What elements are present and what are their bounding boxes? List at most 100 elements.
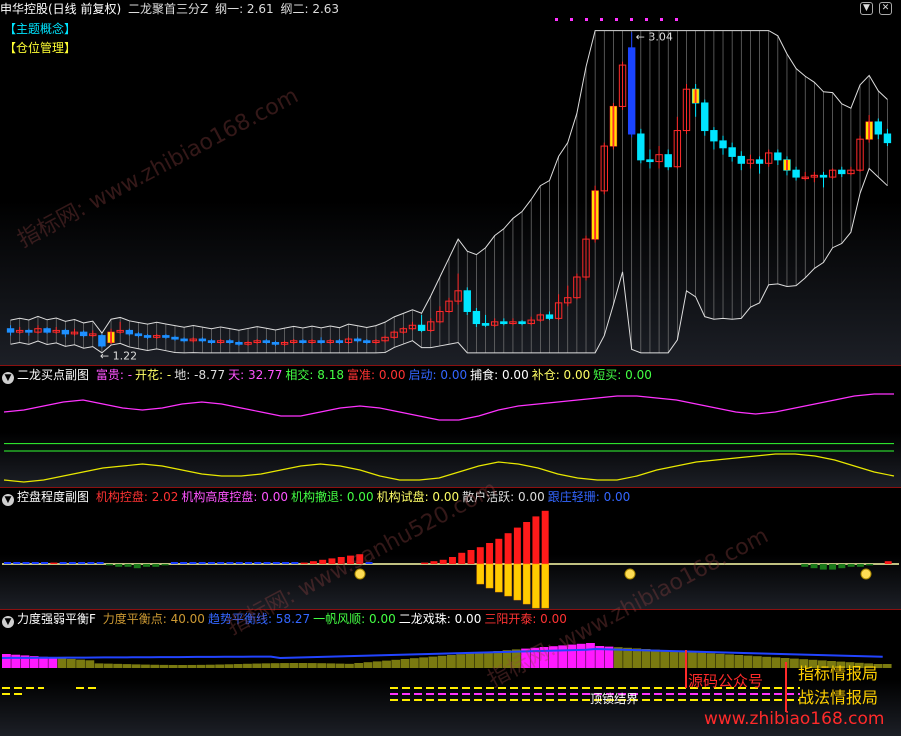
candle-body (235, 341, 243, 345)
p2-item-1: 机构高度控盘: 0.00 (181, 490, 288, 504)
strength-bar (224, 664, 234, 668)
indicator-name[interactable]: 二龙聚首三分Z (128, 2, 208, 16)
candle-body (207, 340, 216, 343)
strength-bar (261, 663, 271, 668)
retreat-bar (105, 564, 113, 566)
chevron-down-icon[interactable]: ▼ (2, 494, 14, 506)
strength-bar (669, 650, 679, 668)
neutral-bar (78, 562, 86, 564)
candle-body (134, 333, 143, 337)
p3-item-0: 力度平衡点: 40.00 (102, 612, 205, 626)
high-price-label: ← 3.04 (636, 30, 673, 43)
neutral-bar (41, 562, 49, 564)
candle-body (61, 329, 70, 335)
panel3-title[interactable]: 力度强弱平衡F (17, 612, 96, 626)
candle-body (701, 102, 709, 132)
control-bar (467, 550, 475, 564)
strength-bar (270, 663, 280, 668)
collapse-icon[interactable]: ▼ (860, 2, 873, 15)
neutral-bar (272, 562, 280, 564)
control-bar (458, 552, 466, 564)
top-marker (630, 18, 633, 21)
strength-bar (252, 663, 262, 668)
test-bar (485, 563, 494, 589)
retreat-bar (161, 564, 169, 566)
control-bar (504, 533, 512, 564)
money-bag-icon (624, 568, 636, 580)
strength-bar (233, 664, 243, 668)
control-bar (486, 543, 494, 564)
strength-bar (428, 656, 438, 668)
control-bar (328, 558, 336, 564)
candle-body (125, 329, 134, 335)
candle-body (481, 323, 490, 326)
strength-bar (103, 663, 113, 668)
control-bar (532, 516, 540, 564)
p1-item-0: 富贵: - (95, 368, 133, 382)
panel1-title[interactable]: 二龙买点副图 (17, 368, 89, 382)
strength-bar (400, 659, 410, 668)
strength-bar (354, 663, 364, 668)
stock-title: 申华控股(日线 前复权) (0, 2, 122, 16)
strength-bar (326, 663, 336, 668)
strength-bar (57, 658, 67, 668)
candle-body (198, 338, 207, 342)
neutral-bar (263, 562, 271, 564)
p3-item-3: 二龙戏珠: 0.00 (398, 612, 482, 626)
strength-bar (113, 663, 123, 668)
retreat-bar (838, 564, 846, 569)
candle-body (417, 324, 426, 331)
retreat-bar (847, 564, 855, 567)
ground-line (3, 453, 895, 483)
strength-bar (752, 656, 762, 668)
net1-value: 纲一: 2.61 (215, 2, 274, 16)
candle-body (637, 133, 645, 161)
candle-body (819, 174, 828, 178)
strength-bar (632, 648, 642, 668)
retreat-bar (856, 564, 864, 567)
control-bar (430, 561, 438, 564)
neutral-bar (189, 562, 197, 564)
p2-item-3: 机构试盘: 0.00 (376, 490, 460, 504)
buy-point-panel: ▼ 二龙买点副图 富贵: - 开花: - 地: -8.77 天: 32.77 相交: 8.… (0, 366, 901, 488)
control-bar (884, 561, 892, 564)
candle-body (271, 341, 280, 345)
promo-url[interactable]: www.zhibiao168.com (704, 709, 884, 729)
chevron-down-icon[interactable]: ▼ (2, 616, 14, 628)
p1-item-8: 补仓: 0.00 (531, 368, 591, 382)
control-bar (495, 538, 503, 564)
close-icon[interactable]: ✕ (879, 2, 892, 15)
neutral-bar (13, 562, 21, 564)
money-bag-icon (354, 568, 366, 580)
strength-balance-panel: ▼ 力度强弱平衡F 力度平衡点: 40.00 趋势平衡线: 58.27 一帆风顺: 0… (0, 610, 901, 736)
chevron-down-icon[interactable]: ▼ (2, 372, 14, 384)
control-bar (337, 557, 345, 564)
candlestick-chart: ← 3.04 ← 1.22 (6, 18, 892, 363)
promo-strategy-bureau: 战法情报局 (798, 688, 879, 707)
strength-bar (688, 652, 697, 668)
strength-bar (484, 651, 493, 668)
strength-bar (474, 652, 484, 668)
strength-bar (289, 663, 299, 668)
candle-body (838, 169, 846, 175)
control-bar (347, 555, 354, 564)
panel2-title[interactable]: 控盘程度副图 (17, 490, 89, 504)
candle-body (883, 133, 892, 144)
signal-label: 顶锁结界 (590, 692, 639, 706)
control-degree-bars (2, 510, 899, 609)
strength-bar (94, 663, 104, 668)
candle-body (43, 328, 51, 333)
retreat-bar (143, 564, 151, 567)
candle-body (171, 336, 179, 340)
test-bar (541, 563, 549, 609)
strength-bar (2, 654, 11, 668)
neutral-bar (217, 562, 225, 564)
buy-point-lines (3, 393, 895, 483)
strength-bar (196, 664, 206, 668)
p1-item-1: 开花: - (135, 368, 172, 382)
strength-bar (725, 654, 734, 668)
strength-bar (363, 662, 373, 668)
neutral-bar (245, 562, 252, 564)
strength-bar (743, 655, 753, 668)
retreat-bar (152, 564, 160, 567)
